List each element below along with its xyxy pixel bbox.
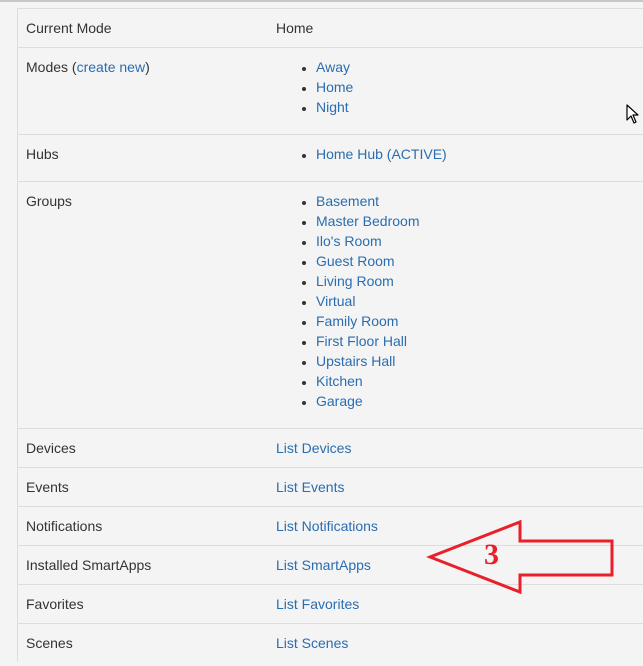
- list-item: Home: [316, 77, 643, 97]
- mode-link-home[interactable]: Home: [316, 79, 353, 95]
- modes-label-suffix: ): [145, 59, 150, 75]
- hub-link[interactable]: Home Hub (ACTIVE): [316, 146, 447, 162]
- row-label: Notifications: [17, 506, 268, 546]
- hubs-list: Home Hub (ACTIVE): [276, 144, 643, 164]
- list-scenes-link[interactable]: List Scenes: [276, 635, 348, 651]
- group-link-upstairs-hall[interactable]: Upstairs Hall: [316, 353, 395, 369]
- list-notifications-link[interactable]: List Notifications: [276, 518, 378, 534]
- scenes-value: List Scenes: [268, 623, 643, 662]
- row-label: Hubs: [17, 134, 268, 182]
- table-row-groups: Groups Basement Master Bedroom Ilo's Roo…: [17, 181, 643, 429]
- mouse-cursor-icon: [626, 104, 640, 124]
- row-label: Devices: [17, 428, 268, 468]
- list-item: Kitchen: [316, 371, 643, 391]
- current-mode-value: Home: [268, 8, 643, 48]
- modes-value: Away Home Night: [268, 47, 643, 135]
- group-link-garage[interactable]: Garage: [316, 393, 363, 409]
- row-label: Favorites: [17, 584, 268, 624]
- groups-list: Basement Master Bedroom Ilo's Room Guest…: [276, 191, 643, 411]
- table-row-modes: Modes (create new) Away Home Night: [17, 47, 643, 135]
- row-label: Current Mode: [17, 8, 268, 48]
- page: Current Mode Home Modes (create new) Awa…: [0, 0, 643, 666]
- top-border: [0, 0, 643, 2]
- list-favorites-link[interactable]: List Favorites: [276, 596, 359, 612]
- row-label: Groups: [17, 181, 268, 429]
- arrow-left-icon: [425, 519, 614, 595]
- list-item: Virtual: [316, 291, 643, 311]
- group-link-master-bedroom[interactable]: Master Bedroom: [316, 213, 419, 229]
- row-label: Scenes: [17, 623, 268, 662]
- list-item: Garage: [316, 391, 643, 411]
- list-events-link[interactable]: List Events: [276, 479, 344, 495]
- modes-label-prefix: Modes (: [26, 59, 77, 75]
- group-link-family-room[interactable]: Family Room: [316, 313, 398, 329]
- group-link-virtual[interactable]: Virtual: [316, 293, 355, 309]
- list-item: Home Hub (ACTIVE): [316, 144, 643, 164]
- modes-list: Away Home Night: [276, 57, 643, 117]
- list-item: Living Room: [316, 271, 643, 291]
- devices-value: List Devices: [268, 428, 643, 468]
- list-item: First Floor Hall: [316, 331, 643, 351]
- groups-value: Basement Master Bedroom Ilo's Room Guest…: [268, 181, 643, 429]
- list-item: Master Bedroom: [316, 211, 643, 231]
- list-smartapps-link[interactable]: List SmartApps: [276, 557, 371, 573]
- hubs-value: Home Hub (ACTIVE): [268, 134, 643, 182]
- list-item: Away: [316, 57, 643, 77]
- table-row-current-mode: Current Mode Home: [17, 8, 643, 48]
- list-item: Ilo's Room: [316, 231, 643, 251]
- table-row-hubs: Hubs Home Hub (ACTIVE): [17, 134, 643, 182]
- group-link-kitchen[interactable]: Kitchen: [316, 373, 363, 389]
- group-link-guest-room[interactable]: Guest Room: [316, 253, 395, 269]
- list-devices-link[interactable]: List Devices: [276, 440, 351, 456]
- mode-link-away[interactable]: Away: [316, 59, 350, 75]
- list-item: Upstairs Hall: [316, 351, 643, 371]
- group-link-basement[interactable]: Basement: [316, 193, 379, 209]
- annotation-arrow: 3: [425, 519, 618, 595]
- group-link-first-floor-hall[interactable]: First Floor Hall: [316, 333, 407, 349]
- list-item: Night: [316, 97, 643, 117]
- annotation-number: 3: [484, 538, 499, 571]
- list-item: Guest Room: [316, 251, 643, 271]
- group-link-ilos-room[interactable]: Ilo's Room: [316, 233, 382, 249]
- create-new-mode-link[interactable]: create new: [77, 59, 145, 75]
- row-label-modes: Modes (create new): [17, 47, 268, 135]
- table-row-events: Events List Events: [17, 467, 643, 507]
- group-link-living-room[interactable]: Living Room: [316, 273, 394, 289]
- row-label: Events: [17, 467, 268, 507]
- table-row-devices: Devices List Devices: [17, 428, 643, 468]
- list-item: Basement: [316, 191, 643, 211]
- list-item: Family Room: [316, 311, 643, 331]
- table-row-scenes: Scenes List Scenes: [17, 623, 643, 662]
- mode-link-night[interactable]: Night: [316, 99, 349, 115]
- row-label: Installed SmartApps: [17, 545, 268, 585]
- events-value: List Events: [268, 467, 643, 507]
